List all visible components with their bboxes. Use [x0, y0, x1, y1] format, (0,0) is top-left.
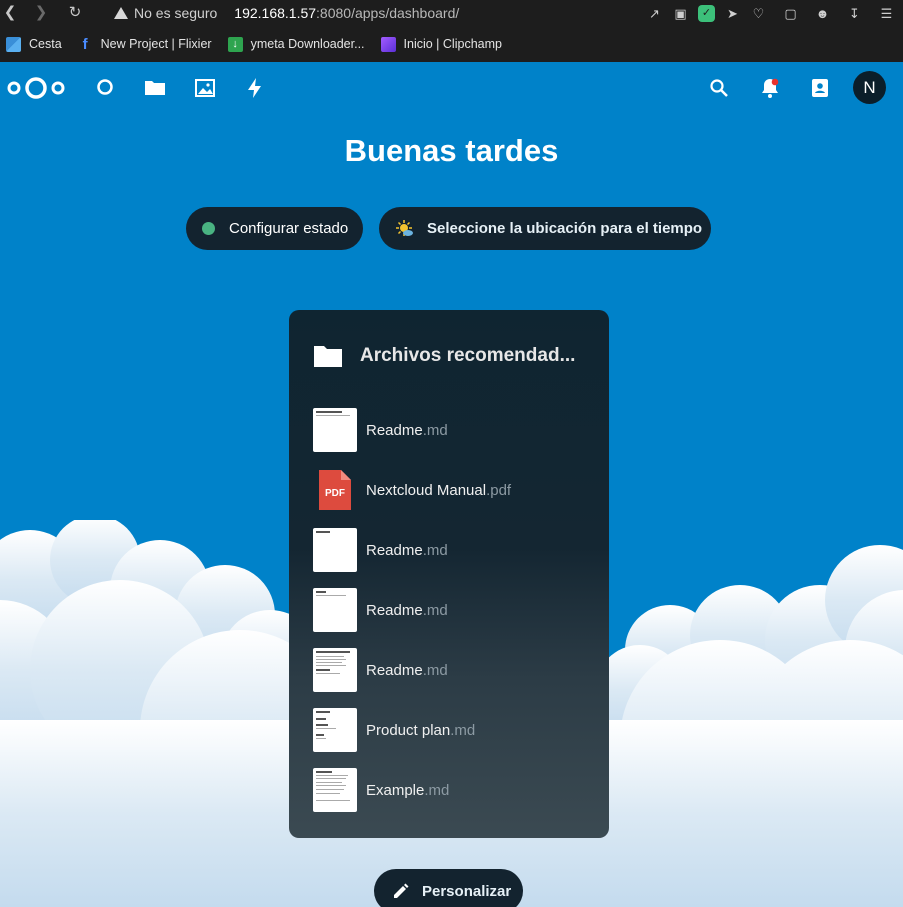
flixier-icon: f — [82, 35, 88, 53]
customize-button[interactable]: Personalizar — [374, 869, 523, 907]
browser-toolbar: ❮ ❯ ↻ No es seguro 192.168.1.57:8080/app… — [0, 0, 903, 26]
share-icon[interactable]: ↗ — [646, 5, 663, 22]
file-extension: .md — [422, 601, 448, 619]
activity-icon[interactable] — [243, 76, 267, 100]
nextcloud-logo-icon[interactable] — [5, 76, 67, 100]
bookmark-clipchamp[interactable]: Inicio | Clipchamp — [380, 36, 502, 52]
status-online-icon — [202, 222, 215, 235]
weather-location-button[interactable]: Seleccione la ubicación para el tiempo — [379, 207, 711, 250]
recommended-files-widget: Archivos recomendad... Readme .md PDF Nex… — [289, 310, 609, 838]
cube-icon[interactable]: ▢ — [782, 5, 799, 22]
file-item[interactable]: PDF Nextcloud Manual .pdf — [313, 465, 603, 515]
set-status-button[interactable]: Configurar estado — [186, 207, 363, 250]
back-icon[interactable]: ❮ — [0, 3, 20, 23]
cesta-icon — [6, 36, 21, 52]
file-name: Nextcloud Manual — [366, 481, 487, 499]
send-icon[interactable]: ➤ — [724, 5, 741, 22]
bookmark-label: New Project | Flixier — [100, 37, 212, 51]
download-icon: ↓ — [227, 36, 243, 52]
bookmark-flixier[interactable]: f New Project | Flixier — [78, 37, 212, 52]
file-item[interactable]: Readme .md — [313, 525, 603, 575]
file-name: Product plan — [366, 721, 451, 739]
reload-icon[interactable]: ↻ — [65, 3, 85, 23]
files-icon[interactable] — [143, 76, 167, 100]
bookmark-label: Cesta — [29, 37, 62, 51]
widget-title: Archivos recomendad... — [360, 345, 576, 366]
bookmarks-bar: Cesta f New Project | Flixier ↓ ymeta Do… — [0, 33, 903, 55]
url-host[interactable]: 192.168.1.57 — [234, 5, 316, 21]
file-name: Example — [366, 781, 425, 799]
file-extension: .md — [422, 421, 448, 439]
file-extension: .md — [422, 661, 448, 679]
file-name: Readme — [366, 541, 423, 559]
set-status-label: Configurar estado — [229, 220, 349, 237]
browser-chrome: ❮ ❯ ↻ No es seguro 192.168.1.57:8080/app… — [0, 0, 903, 62]
bookmark-cesta[interactable]: Cesta — [6, 36, 62, 52]
markdown-file-thumbnail — [313, 648, 357, 692]
file-item[interactable]: Example .md — [313, 765, 603, 815]
contacts-icon[interactable] — [808, 76, 832, 100]
camera-icon[interactable]: ▣ — [672, 5, 689, 22]
clipchamp-icon — [380, 36, 396, 52]
file-extension: .md — [422, 541, 448, 559]
file-extension: .md — [450, 721, 476, 739]
file-name: Readme — [366, 421, 423, 439]
file-extension: .pdf — [486, 481, 512, 499]
page-title: Buenas tardes — [344, 133, 559, 168]
svg-text:PDF: PDF — [325, 488, 345, 499]
heart-icon[interactable]: ♡ — [750, 5, 767, 22]
avatar[interactable]: N — [853, 71, 886, 104]
profile-icon[interactable]: ☻ — [814, 5, 831, 22]
address-bar[interactable]: No es seguro 192.168.1.57:8080/apps/dash… — [114, 3, 459, 23]
pencil-icon — [394, 883, 409, 898]
file-extension: .md — [424, 781, 450, 799]
photos-icon[interactable] — [193, 76, 217, 100]
file-name: Readme — [366, 661, 423, 679]
download-icon[interactable]: ↧ — [846, 5, 863, 22]
menu-icon[interactable]: ☰ — [878, 5, 895, 22]
forward-icon[interactable]: ❯ — [31, 3, 51, 23]
warning-icon — [114, 7, 128, 19]
browser-actions: ↗ ▣ ✓ ➤ ♡ ▢ ☻ ↧ ☰ — [646, 3, 895, 23]
notifications-icon[interactable] — [758, 76, 782, 100]
file-item[interactable]: Readme .md — [313, 405, 603, 455]
search-icon[interactable] — [707, 76, 731, 100]
bookmark-ymeta[interactable]: ↓ ymeta Downloader... — [227, 36, 365, 52]
file-name: Readme — [366, 601, 423, 619]
markdown-file-thumbnail — [313, 588, 357, 632]
security-label[interactable]: No es seguro — [134, 5, 217, 21]
markdown-file-thumbnail — [313, 708, 357, 752]
file-item[interactable]: Readme .md — [313, 585, 603, 635]
url-path[interactable]: :8080/apps/dashboard/ — [316, 5, 459, 21]
file-item[interactable]: Product plan .md — [313, 705, 603, 755]
pdf-file-icon: PDF — [319, 470, 351, 510]
file-item[interactable]: Readme .md — [313, 645, 603, 695]
dashboard-icon[interactable] — [93, 76, 117, 100]
weather-location-label: Seleccione la ubicación para el tiempo — [427, 220, 703, 237]
weather-icon — [396, 219, 413, 236]
widget-header: Archivos recomendad... — [313, 344, 590, 368]
bookmark-label: Inicio | Clipchamp — [403, 37, 502, 51]
markdown-file-thumbnail — [313, 768, 357, 812]
bookmark-label: ymeta Downloader... — [250, 37, 365, 51]
customize-label: Personalizar — [422, 882, 512, 900]
folder-icon — [314, 346, 342, 367]
markdown-file-thumbnail — [313, 408, 357, 452]
shield-icon[interactable]: ✓ — [698, 4, 715, 22]
markdown-file-thumbnail — [313, 528, 357, 572]
nextcloud-header — [0, 62, 903, 114]
